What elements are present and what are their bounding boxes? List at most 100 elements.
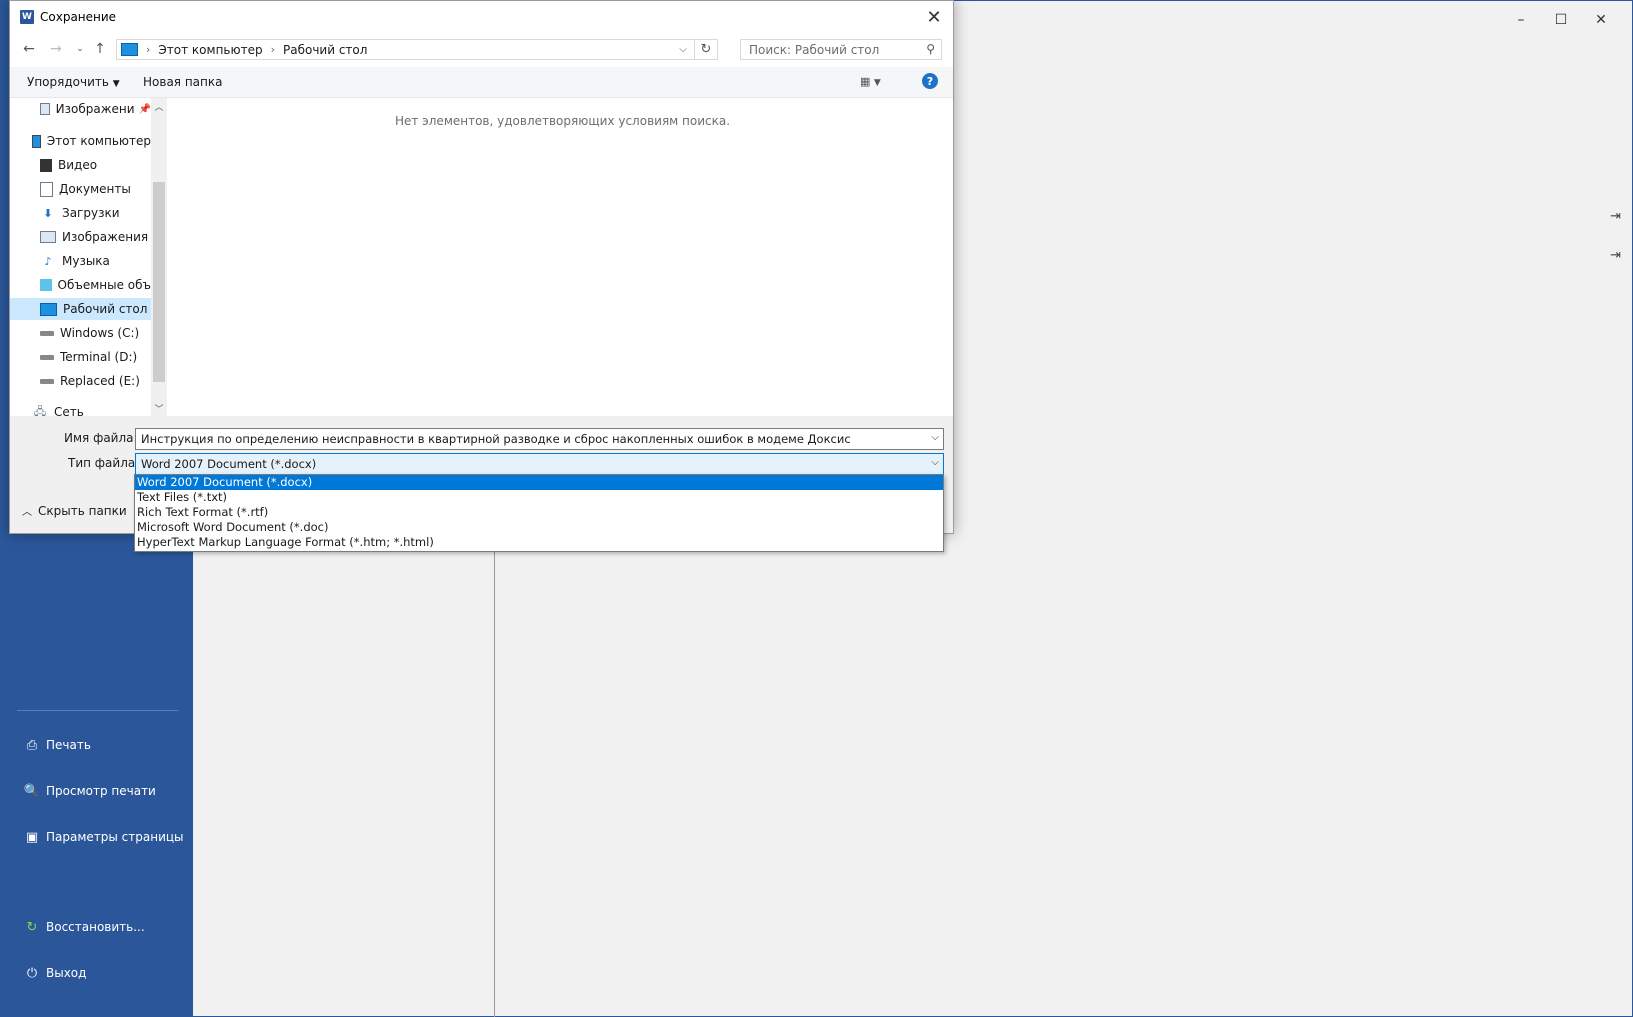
pictures-icon bbox=[40, 103, 50, 115]
filetype-option[interactable]: Word 2007 Document (*.docx) bbox=[135, 475, 943, 490]
tree-item-label: Сеть bbox=[54, 405, 84, 416]
tree-item-label: Изображения bbox=[62, 230, 149, 244]
documents-icon bbox=[40, 181, 53, 197]
downloads-icon: ⬇ bbox=[43, 206, 53, 220]
view-options-button[interactable]: ▦ ▼ bbox=[860, 75, 881, 88]
page-setup-button[interactable]: ▣ Параметры страницы bbox=[24, 829, 184, 845]
navigation-pane: Изображени 📌 Этот компьютер Видео Докуме… bbox=[10, 98, 151, 416]
filetype-label: Тип файла: bbox=[68, 456, 140, 470]
tree-item-label: Terminal (D:) bbox=[60, 350, 138, 364]
filetype-value: Word 2007 Document (*.docx) bbox=[141, 457, 317, 471]
tree-item-label: Изображени bbox=[55, 102, 135, 116]
breadcrumb-separator-icon[interactable]: › bbox=[271, 43, 275, 56]
3d-objects-icon bbox=[40, 279, 52, 291]
breadcrumb-separator-icon[interactable]: › bbox=[146, 43, 150, 56]
tree-item-pictures[interactable]: Изображения bbox=[10, 226, 151, 248]
pin-icon[interactable]: ⇥ bbox=[1610, 209, 1621, 224]
navigation-scrollbar[interactable]: ︿ ﹀ bbox=[151, 98, 167, 416]
back-arrow-icon[interactable]: ← bbox=[19, 39, 39, 59]
tree-item-drive-d[interactable]: Terminal (D:) bbox=[10, 346, 151, 368]
print-button[interactable]: ⎙ Печать bbox=[24, 737, 91, 753]
chevron-down-icon[interactable]: ⌵ bbox=[931, 432, 939, 443]
breadcrumb-this-pc[interactable]: Этот компьютер bbox=[158, 43, 262, 57]
tree-item-label: Загрузки bbox=[62, 206, 120, 220]
tree-item-network[interactable]: 🖧 Сеть bbox=[10, 401, 151, 417]
filetype-select[interactable]: Word 2007 Document (*.docx) ⌵ bbox=[135, 453, 944, 475]
search-icon[interactable]: ⚲ bbox=[926, 42, 935, 56]
word-app-icon: W bbox=[20, 10, 34, 24]
search-placeholder: Поиск: Рабочий стол bbox=[749, 42, 880, 57]
video-icon bbox=[40, 158, 52, 172]
address-bar[interactable]: › Этот компьютер › Рабочий стол ⌵ ↻ bbox=[116, 39, 718, 60]
save-dialog: W Сохранение ✕ ← → ⌄ ↑ › Этот компьютер … bbox=[9, 0, 954, 534]
hide-folders-button[interactable]: ︿ Скрыть папки bbox=[22, 503, 127, 519]
file-list-area[interactable]: Нет элементов, удовлетворяющих условиям … bbox=[172, 98, 953, 416]
filename-value: Инструкция по определению неисправности … bbox=[141, 432, 851, 446]
filetype-option[interactable]: Microsoft Word Document (*.doc) bbox=[135, 520, 943, 535]
scroll-up-chevron-icon[interactable]: ︿ bbox=[151, 98, 167, 114]
tree-item-documents[interactable]: Документы bbox=[10, 178, 151, 200]
empty-results-message: Нет элементов, удовлетворяющих условиям … bbox=[394, 114, 731, 128]
filetype-option[interactable]: HyperText Markup Language Format (*.htm;… bbox=[135, 535, 943, 550]
pictures-icon bbox=[40, 231, 56, 243]
search-box[interactable]: Поиск: Рабочий стол ⚲ bbox=[740, 39, 942, 60]
minimize-button[interactable]: – bbox=[1501, 8, 1541, 32]
filetype-option[interactable]: Text Files (*.txt) bbox=[135, 490, 943, 505]
restore-icon: ↻ bbox=[26, 919, 38, 935]
up-arrow-icon[interactable]: ↑ bbox=[90, 39, 110, 59]
exit-button[interactable]: ⏻ Выход bbox=[24, 965, 87, 981]
panel-divider bbox=[494, 530, 495, 1017]
tree-item-label: Объемные объ bbox=[57, 278, 152, 292]
tree-item-drive-c[interactable]: Windows (C:) bbox=[10, 322, 151, 344]
tree-item-this-pc[interactable]: Этот компьютер bbox=[10, 130, 151, 152]
tree-item-label: Рабочий стол bbox=[63, 302, 148, 316]
filetype-option[interactable]: Rich Text Format (*.rtf) bbox=[135, 505, 943, 520]
tree-item-label: Документы bbox=[59, 182, 131, 196]
printer-icon: ⎙ bbox=[26, 737, 38, 753]
backstage-divider bbox=[17, 710, 178, 711]
dialog-toolbar: Упорядочить ▼ Новая папка ▦ ▼ ? bbox=[10, 67, 953, 98]
tree-item-label: Этот компьютер bbox=[46, 134, 151, 148]
tree-item-3d-objects[interactable]: Объемные объ bbox=[10, 274, 151, 296]
tree-item-desktop[interactable]: Рабочий стол bbox=[10, 298, 151, 320]
dialog-title: Сохранение bbox=[40, 10, 117, 24]
filetype-dropdown-list: Word 2007 Document (*.docx) Text Files (… bbox=[134, 474, 944, 552]
dialog-close-button[interactable]: ✕ bbox=[921, 5, 947, 29]
computer-icon bbox=[32, 134, 41, 148]
help-icon[interactable]: ? bbox=[922, 73, 938, 89]
scrollbar-thumb[interactable] bbox=[153, 182, 165, 382]
address-dropdown-icon[interactable]: ⌵ bbox=[675, 40, 691, 59]
music-icon: ♪ bbox=[44, 254, 52, 268]
organize-menu-button[interactable]: Упорядочить ▼ bbox=[27, 75, 120, 89]
tree-item-label: Windows (C:) bbox=[60, 326, 140, 340]
print-preview-button[interactable]: 🔍 Просмотр печати bbox=[24, 783, 156, 799]
pin-icon[interactable]: ⇥ bbox=[1610, 248, 1621, 263]
print-preview-label: Просмотр печати bbox=[46, 784, 156, 798]
page-setup-label: Параметры страницы bbox=[46, 830, 184, 844]
drive-icon bbox=[40, 378, 54, 384]
tree-item-label: Видео bbox=[58, 158, 98, 172]
print-preview-icon: 🔍 bbox=[23, 783, 41, 799]
maximize-button[interactable]: ☐ bbox=[1541, 8, 1581, 32]
hide-folders-label: Скрыть папки bbox=[38, 503, 127, 518]
refresh-icon[interactable]: ↻ bbox=[694, 40, 717, 59]
tree-item-drive-e[interactable]: Replaced (E:) bbox=[10, 370, 151, 392]
chevron-up-icon: ︿ bbox=[22, 507, 32, 518]
restore-button[interactable]: ↻ Восстановить... bbox=[24, 919, 145, 935]
forward-arrow-icon[interactable]: → bbox=[46, 39, 66, 59]
desktop-location-icon bbox=[121, 43, 138, 56]
tree-item-pictures-quick[interactable]: Изображени 📌 bbox=[10, 98, 151, 120]
tree-item-music[interactable]: ♪ Музыка bbox=[10, 250, 151, 272]
restore-label: Восстановить... bbox=[46, 920, 145, 934]
recent-locations-chevron-icon[interactable]: ⌄ bbox=[70, 39, 90, 59]
drive-icon bbox=[40, 354, 54, 360]
chevron-down-icon[interactable]: ⌵ bbox=[931, 457, 939, 468]
app-close-button[interactable]: ✕ bbox=[1581, 8, 1621, 32]
filename-input[interactable]: Инструкция по определению неисправности … bbox=[135, 428, 944, 450]
new-folder-button[interactable]: Новая папка bbox=[143, 75, 222, 89]
breadcrumb-desktop[interactable]: Рабочий стол bbox=[283, 43, 367, 57]
scroll-down-chevron-icon[interactable]: ﹀ bbox=[151, 400, 167, 416]
tree-item-video[interactable]: Видео bbox=[10, 154, 151, 176]
tree-item-downloads[interactable]: ⬇ Загрузки bbox=[10, 202, 151, 224]
drive-icon bbox=[40, 330, 54, 336]
